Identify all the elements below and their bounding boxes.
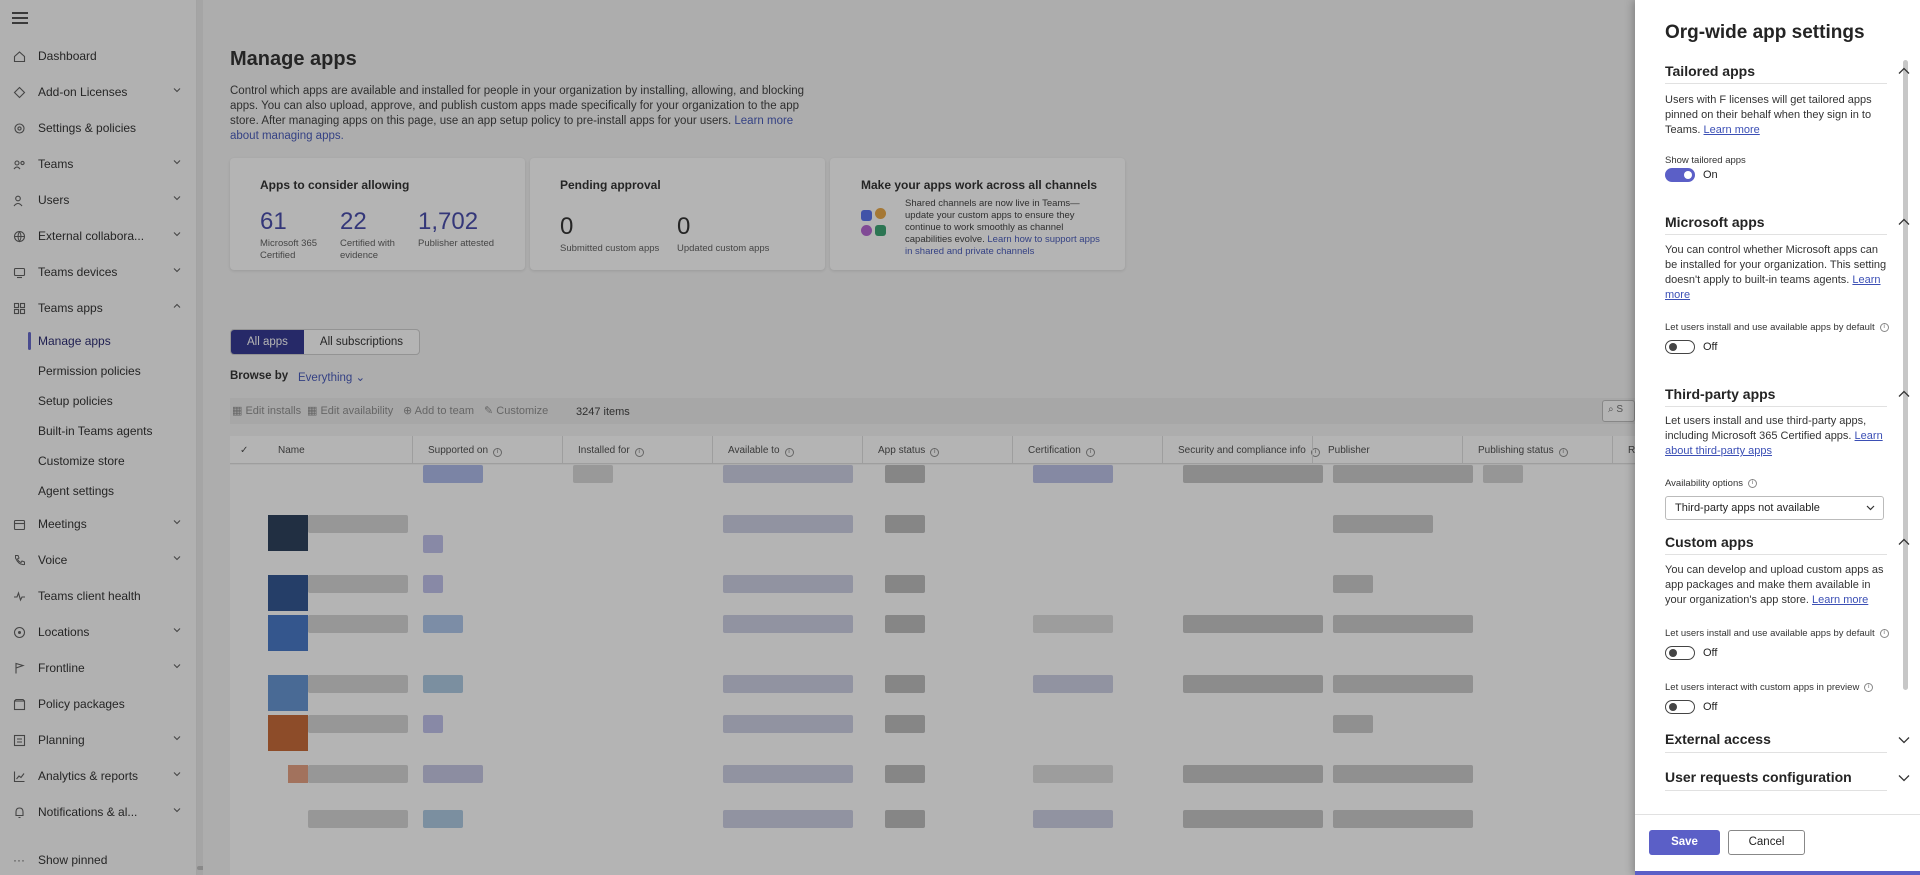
panel-scrollbar[interactable] — [1903, 60, 1908, 690]
panel-accent-bar — [1635, 871, 1920, 875]
chevron-up-icon[interactable] — [1898, 390, 1910, 398]
availability-options-dropdown[interactable]: Third-party apps not available — [1665, 496, 1884, 520]
custom-apps-text: You can develop and upload custom apps a… — [1665, 563, 1887, 608]
modal-overlay[interactable] — [0, 0, 1635, 875]
custom-preview-label: Let users interact with custom apps in p… — [1665, 682, 1874, 693]
section-title-user-requests[interactable]: User requests configuration — [1665, 769, 1852, 785]
microsoft-apps-default-toggle[interactable] — [1665, 340, 1695, 354]
show-tailored-apps-toggle[interactable] — [1665, 168, 1695, 182]
chevron-down-icon[interactable] — [1898, 736, 1910, 744]
section-body-text: Let users install and use third-party ap… — [1665, 415, 1867, 442]
microsoft-default-label: Let users install and use available apps… — [1665, 322, 1889, 333]
section-title-custom-apps: Custom apps — [1665, 534, 1754, 550]
chevron-up-icon[interactable] — [1898, 538, 1910, 546]
org-wide-app-settings-panel: Org-wide app settings Tailored apps User… — [1635, 0, 1920, 875]
field-label-text: Let users interact with custom apps in p… — [1665, 682, 1860, 693]
info-icon[interactable]: i — [1864, 683, 1874, 692]
toggle-state: Off — [1703, 701, 1718, 713]
field-label-text: Availability options — [1665, 478, 1743, 489]
chevron-up-icon[interactable] — [1898, 67, 1910, 75]
info-icon[interactable]: i — [1879, 629, 1889, 638]
availability-options-label: Availability options i — [1665, 478, 1757, 489]
section-title-microsoft-apps: Microsoft apps — [1665, 214, 1765, 230]
section-title-tailored-apps: Tailored apps — [1665, 63, 1755, 79]
save-button[interactable]: Save — [1649, 830, 1720, 855]
toggle-state: Off — [1703, 647, 1718, 659]
info-icon[interactable]: i — [1747, 479, 1757, 488]
section-body-text: Users with F licenses will get tailored … — [1665, 94, 1872, 136]
custom-apps-default-toggle[interactable] — [1665, 646, 1695, 660]
toggle-state: On — [1703, 169, 1718, 181]
tailored-learn-more-link[interactable]: Learn more — [1704, 124, 1760, 136]
chevron-down-icon[interactable] — [1898, 774, 1910, 782]
section-title-third-party-apps: Third-party apps — [1665, 386, 1776, 402]
chevron-down-icon — [1866, 505, 1875, 511]
cancel-button[interactable]: Cancel — [1728, 830, 1805, 855]
panel-title: Org-wide app settings — [1665, 22, 1865, 43]
dropdown-value: Third-party apps not available — [1675, 502, 1820, 514]
info-icon[interactable]: i — [1879, 323, 1889, 332]
custom-default-label: Let users install and use available apps… — [1665, 628, 1889, 639]
custom-learn-more-link[interactable]: Learn more — [1812, 594, 1868, 606]
toggle-state: Off — [1703, 341, 1718, 353]
field-label-text: Let users install and use available apps… — [1665, 628, 1875, 639]
microsoft-apps-text: You can control whether Microsoft apps c… — [1665, 243, 1887, 303]
show-tailored-apps-label: Show tailored apps — [1665, 155, 1746, 166]
chevron-up-icon[interactable] — [1898, 218, 1910, 226]
custom-apps-preview-toggle[interactable] — [1665, 700, 1695, 714]
tailored-apps-text: Users with F licenses will get tailored … — [1665, 93, 1887, 138]
third-party-apps-text: Let users install and use third-party ap… — [1665, 414, 1887, 459]
section-title-external-access[interactable]: External access — [1665, 731, 1771, 747]
field-label-text: Let users install and use available apps… — [1665, 322, 1875, 333]
